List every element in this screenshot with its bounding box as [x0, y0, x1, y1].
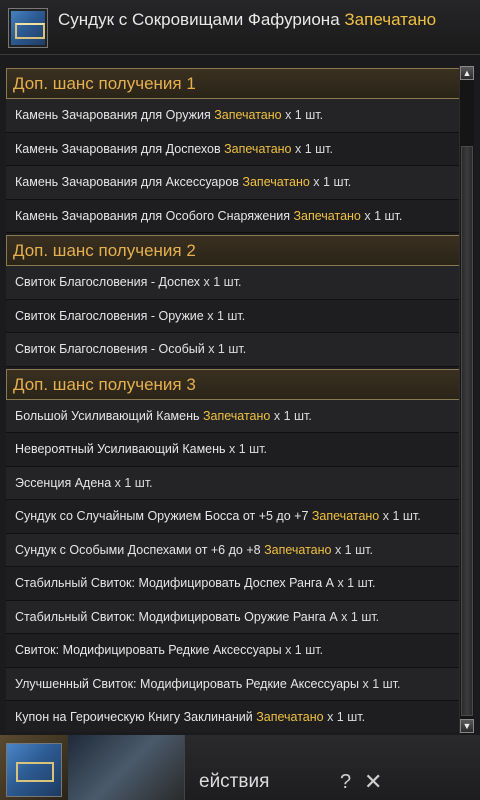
list-item[interactable]: Камень Зачарования для Оружия Запечатано…	[6, 99, 460, 133]
treasure-chest-icon	[8, 8, 48, 48]
item-quantity: x 1 шт.	[337, 576, 376, 590]
reward-list[interactable]: Доп. шанс получения 1 Камень Зачарования …	[6, 66, 460, 732]
item-quantity: x 1 шт.	[207, 308, 246, 323]
sealed-tag: Запечатано	[264, 542, 332, 557]
bottom-bar: ействия ? ✕	[0, 735, 480, 800]
list-item[interactable]: Невероятный Усиливающий Камень x 1 шт.	[6, 433, 460, 467]
item-quantity: x 1 шт.	[334, 542, 373, 557]
list-item[interactable]: Сундук с Особыми Доспехами от +6 до +8 З…	[6, 533, 460, 567]
sealed-tag: Запечатано	[202, 408, 271, 423]
chest-name: Сундук с Сокровищами Фафуриона	[58, 10, 340, 29]
item-name: Купон на Героическую Книгу Заклинаний	[15, 710, 253, 724]
sealed-tag: Запечатано	[224, 141, 292, 156]
section-items: Камень Зачарования для Оружия Запечатано…	[6, 99, 460, 233]
item-name: Сундук со Случайным Оружием Босса от +5 …	[15, 509, 309, 523]
section-header: Доп. шанс получения 1	[6, 68, 460, 99]
item-quantity: x 1 шт.	[114, 475, 153, 490]
item-quantity: x 1 шт.	[341, 609, 380, 624]
sealed-status: Запечатано	[344, 10, 437, 29]
panel-header: Сундук с Сокровищами Фафуриона Запечатан…	[0, 0, 480, 55]
item-name: Стабильный Свиток: Модифицировать Оружие…	[15, 609, 338, 624]
actions-panel: ействия ? ✕	[184, 735, 480, 800]
section-header: Доп. шанс получения 3	[6, 368, 460, 400]
actions-label: ействия	[199, 771, 270, 792]
list-item[interactable]: Сундук со Случайным Оружием Босса от +5 …	[6, 500, 460, 534]
item-quantity: x 1 шт.	[229, 442, 268, 456]
list-item[interactable]: Свиток Благословения - Особый x 1 шт.	[6, 333, 460, 367]
scroll-thumb[interactable]	[461, 146, 473, 716]
list-item[interactable]: Стабильный Свиток: Модифицировать Оружие…	[6, 600, 460, 634]
item-quantity: x 1 шт.	[285, 108, 324, 122]
item-quantity: x 1 шт.	[362, 676, 401, 691]
list-item[interactable]: Стабильный Свиток: Модифицировать Доспех…	[6, 567, 460, 601]
scroll-up-button[interactable]: ▲	[460, 66, 474, 80]
item-name: Свиток Благословения - Особый	[15, 342, 205, 356]
item-name: Большой Усиливающий Камень	[15, 408, 200, 423]
sealed-tag: Запечатано	[293, 208, 361, 223]
close-icon[interactable]: ✕	[364, 769, 382, 795]
list-item[interactable]: Большой Усиливающий Камень Запечатано x …	[6, 399, 460, 433]
sealed-tag: Запечатано	[311, 509, 380, 523]
list-item[interactable]: Камень Зачарования для Аксессуаров Запеч…	[6, 166, 460, 200]
list-item[interactable]: Камень Зачарования для Особого Снаряжени…	[6, 199, 460, 233]
scroll-down-button[interactable]: ▼	[460, 719, 474, 733]
item-quantity: x 1 шт.	[327, 710, 366, 724]
panel-title: Сундук с Сокровищами Фафуриона Запечатан…	[58, 10, 436, 30]
list-item[interactable]: Улучшенный Свиток: Модифицировать Редкие…	[6, 667, 460, 701]
sealed-tag: Запечатано	[242, 175, 310, 189]
item-name: Свиток Благословения - Доспех	[15, 275, 201, 289]
item-quantity: x 1 шт.	[382, 509, 421, 523]
treasure-chest-icon	[6, 743, 62, 797]
item-name: Камень Зачарования для Доспехов	[15, 141, 221, 156]
sealed-tag: Запечатано	[256, 710, 324, 724]
item-name: Камень Зачарования для Аксессуаров	[15, 175, 239, 189]
list-item[interactable]: Свиток Благословения - Доспех x 1 шт.	[6, 266, 460, 300]
section-items: Свиток Благословения - Доспех x 1 шт. Сви…	[6, 266, 460, 367]
item-quantity: x 1 шт.	[203, 275, 242, 289]
item-name: Свиток Благословения - Оружие	[15, 308, 204, 323]
list-item[interactable]: Свиток: Модифицировать Редкие Аксессуары…	[6, 634, 460, 668]
section-items: Большой Усиливающий Камень Запечатано x …	[6, 399, 460, 732]
item-slot[interactable]	[0, 735, 69, 800]
scrollbar[interactable]: ▲ ▼	[459, 66, 474, 734]
list-item[interactable]: Камень Зачарования для Доспехов Запечата…	[6, 132, 460, 166]
item-details-panel: Сундук с Сокровищами Фафуриона Запечатан…	[0, 0, 480, 735]
item-quantity: x 1 шт.	[313, 175, 352, 189]
item-quantity: x 1 шт.	[208, 342, 247, 356]
item-name: Камень Зачарования для Оружия	[15, 108, 211, 122]
item-name: Невероятный Усиливающий Камень	[15, 442, 226, 456]
item-name: Стабильный Свиток: Модифицировать Доспех…	[15, 576, 334, 590]
item-quantity: x 1 шт.	[295, 141, 333, 156]
item-name: Камень Зачарования для Особого Снаряжени…	[15, 208, 290, 223]
item-name: Эссенция Адена	[15, 475, 112, 490]
list-item[interactable]: Свиток Благословения - Оружие x 1 шт.	[6, 299, 460, 333]
section-header: Доп. шанс получения 2	[6, 235, 460, 266]
help-icon[interactable]: ?	[340, 771, 351, 794]
item-name: Свиток: Модифицировать Редкие Аксессуары	[15, 643, 282, 657]
list-item[interactable]: Купон на Героическую Книгу Заклинаний За…	[6, 701, 460, 732]
item-name: Улучшенный Свиток: Модифицировать Редкие…	[15, 676, 359, 691]
item-quantity: x 1 шт.	[285, 643, 324, 657]
item-name: Сундук с Особыми Доспехами от +6 до +8	[15, 542, 261, 557]
item-quantity: x 1 шт.	[273, 408, 312, 423]
background-scene	[68, 735, 184, 800]
sealed-tag: Запечатано	[214, 108, 282, 122]
item-quantity: x 1 шт.	[364, 208, 403, 223]
list-item[interactable]: Эссенция Адена x 1 шт.	[6, 466, 460, 500]
